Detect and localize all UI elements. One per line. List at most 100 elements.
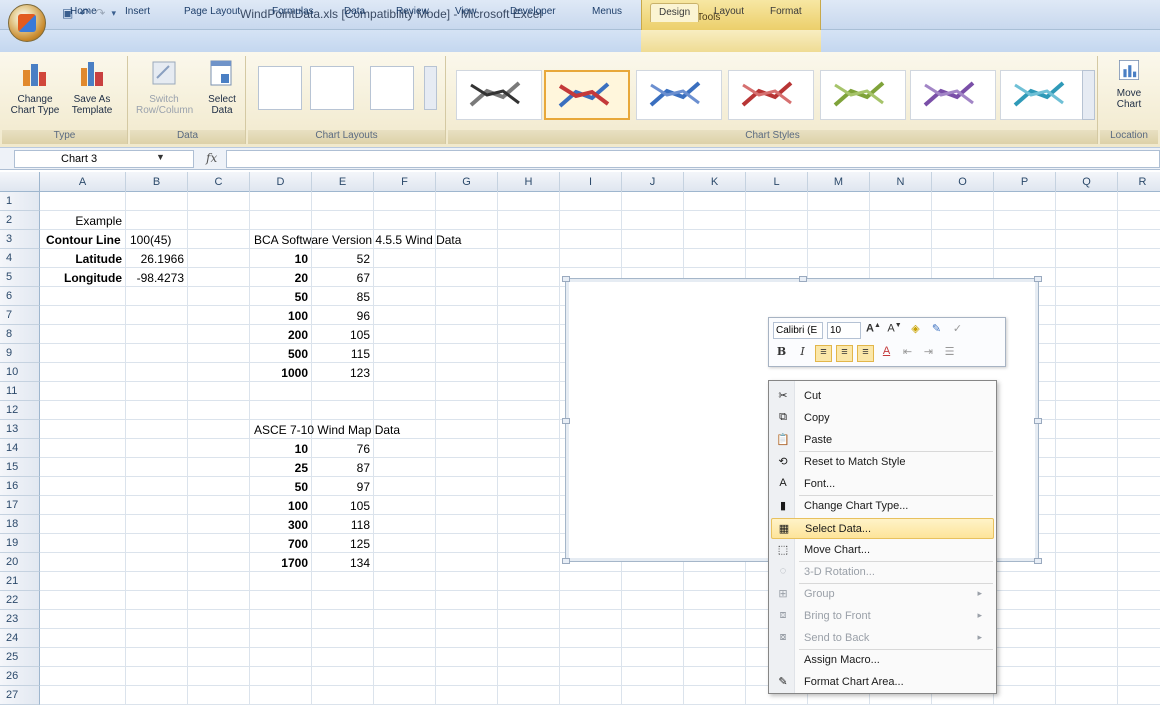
chart-style-4[interactable]: [728, 70, 814, 120]
column-header-i[interactable]: I: [560, 172, 622, 192]
cell-a4[interactable]: Latitude: [40, 249, 122, 268]
cell-e16[interactable]: 97: [312, 477, 370, 496]
name-box-dropdown-icon[interactable]: ▼: [156, 152, 165, 162]
column-header-h[interactable]: H: [498, 172, 560, 192]
chart-resize-handle-tr[interactable]: [1034, 276, 1042, 282]
chart-layouts-scroll[interactable]: [424, 66, 437, 110]
row-header-3[interactable]: 3: [0, 230, 40, 249]
cell-b5[interactable]: -98.4273: [126, 268, 184, 287]
select-all-corner[interactable]: [0, 172, 40, 192]
chart-styles-scroll[interactable]: [1082, 70, 1095, 120]
cell-d10[interactable]: 1000: [250, 363, 308, 382]
chart-resize-handle-bl[interactable]: [562, 558, 570, 564]
switch-row-column-button[interactable]: Switch Row/Column: [136, 58, 193, 116]
column-header-n[interactable]: N: [870, 172, 932, 192]
menu-item-bring-to-front[interactable]: ⧈ Bring to Front ▸: [771, 606, 994, 627]
chart-layout-1[interactable]: [258, 66, 302, 110]
column-header-f[interactable]: F: [374, 172, 436, 192]
chart-resize-handle-r[interactable]: [1034, 418, 1042, 424]
cell-b3[interactable]: 100(45): [130, 230, 171, 249]
chart-style-7[interactable]: [1000, 70, 1086, 120]
change-chart-type-button[interactable]: Change Chart Type: [10, 58, 60, 116]
cell-a5[interactable]: Longitude: [40, 268, 122, 287]
menu-item-3-d-rotation[interactable]: ◌ 3-D Rotation...: [771, 562, 994, 583]
move-chart-button[interactable]: Move Chart: [1106, 58, 1152, 110]
row-header-11[interactable]: 11: [0, 382, 40, 401]
tab-design[interactable]: Design: [650, 3, 700, 22]
row-header-22[interactable]: 22: [0, 591, 40, 610]
cell-d8[interactable]: 200: [250, 325, 308, 344]
menu-item-move-chart[interactable]: ⬚ Move Chart...: [771, 540, 994, 561]
cell-d20[interactable]: 1700: [250, 553, 308, 572]
menu-item-change-chart-type[interactable]: ▮ Change Chart Type...: [771, 496, 994, 517]
chart-resize-handle-t[interactable]: [799, 276, 807, 282]
font-color-icon[interactable]: A: [878, 345, 895, 362]
font-name-select[interactable]: Calibri (E: [773, 322, 823, 339]
increase-indent-icon[interactable]: ⇥: [920, 345, 937, 362]
menu-item-cut[interactable]: ✂ Cut: [771, 386, 994, 407]
select-data-button[interactable]: Select Data: [202, 58, 242, 116]
bullets-icon[interactable]: ☰: [941, 345, 958, 362]
chart-style-5[interactable]: [820, 70, 906, 120]
column-header-r[interactable]: R: [1118, 172, 1160, 192]
name-box[interactable]: Chart 3: [14, 150, 194, 168]
column-header-b[interactable]: B: [126, 172, 188, 192]
chart-layout-3[interactable]: [370, 66, 414, 110]
office-button[interactable]: [8, 4, 46, 42]
cell-e17[interactable]: 105: [312, 496, 370, 515]
tab-view[interactable]: View: [455, 3, 477, 22]
cell-d5[interactable]: 20: [250, 268, 308, 287]
menu-item-paste[interactable]: 📋 Paste: [771, 430, 994, 451]
line-color-icon[interactable]: ✎: [928, 322, 945, 339]
row-header-18[interactable]: 18: [0, 515, 40, 534]
tab-insert[interactable]: Insert: [125, 3, 150, 22]
row-header-14[interactable]: 14: [0, 439, 40, 458]
row-header-26[interactable]: 26: [0, 667, 40, 686]
cell-d18[interactable]: 300: [250, 515, 308, 534]
row-header-2[interactable]: 2: [0, 211, 40, 230]
tab-developer[interactable]: Developer: [510, 3, 556, 22]
menu-item-reset-to-match-style[interactable]: ⟲ Reset to Match Style: [771, 452, 994, 473]
save-as-template-button[interactable]: Save As Template: [66, 58, 118, 116]
format-painter-icon[interactable]: ✓: [949, 322, 966, 339]
row-header-10[interactable]: 10: [0, 363, 40, 382]
chart-resize-handle-br[interactable]: [1034, 558, 1042, 564]
column-header-m[interactable]: M: [808, 172, 870, 192]
column-header-d[interactable]: D: [250, 172, 312, 192]
row-header-15[interactable]: 15: [0, 458, 40, 477]
column-header-c[interactable]: C: [188, 172, 250, 192]
row-header-6[interactable]: 6: [0, 287, 40, 306]
insert-function-icon[interactable]: fx: [206, 151, 217, 165]
tab-layout[interactable]: Layout: [714, 3, 744, 22]
align-left-icon[interactable]: ≡: [815, 345, 832, 362]
chart-style-2[interactable]: [544, 70, 630, 120]
chart-layout-2[interactable]: [310, 66, 354, 110]
cell-e6[interactable]: 85: [312, 287, 370, 306]
menu-item-font[interactable]: A Font...: [771, 474, 994, 495]
cell-d7[interactable]: 100: [250, 306, 308, 325]
cell-d15[interactable]: 25: [250, 458, 308, 477]
tab-data[interactable]: Data: [344, 3, 365, 22]
cell-a3[interactable]: Contour Line: [46, 230, 121, 249]
italic-icon[interactable]: I: [794, 345, 811, 362]
qat-dropdown-icon[interactable]: ▾: [111, 8, 116, 19]
cell-e4[interactable]: 52: [312, 249, 370, 268]
cell-e9[interactable]: 115: [312, 344, 370, 363]
cell-d14[interactable]: 10: [250, 439, 308, 458]
row-header-8[interactable]: 8: [0, 325, 40, 344]
grow-font-icon[interactable]: A▲: [865, 322, 882, 339]
cell-e15[interactable]: 87: [312, 458, 370, 477]
cell-e18[interactable]: 118: [312, 515, 370, 534]
row-header-17[interactable]: 17: [0, 496, 40, 515]
cell-e7[interactable]: 96: [312, 306, 370, 325]
cell-a2[interactable]: Example: [40, 211, 122, 230]
column-header-q[interactable]: Q: [1056, 172, 1118, 192]
row-header-25[interactable]: 25: [0, 648, 40, 667]
menu-item-format-chart-area[interactable]: ✎ Format Chart Area...: [771, 672, 994, 693]
row-header-12[interactable]: 12: [0, 401, 40, 420]
cell-e19[interactable]: 125: [312, 534, 370, 553]
shrink-font-icon[interactable]: A▼: [886, 322, 903, 339]
chart-style-1[interactable]: [456, 70, 542, 120]
row-header-9[interactable]: 9: [0, 344, 40, 363]
tab-format[interactable]: Format: [770, 3, 802, 22]
